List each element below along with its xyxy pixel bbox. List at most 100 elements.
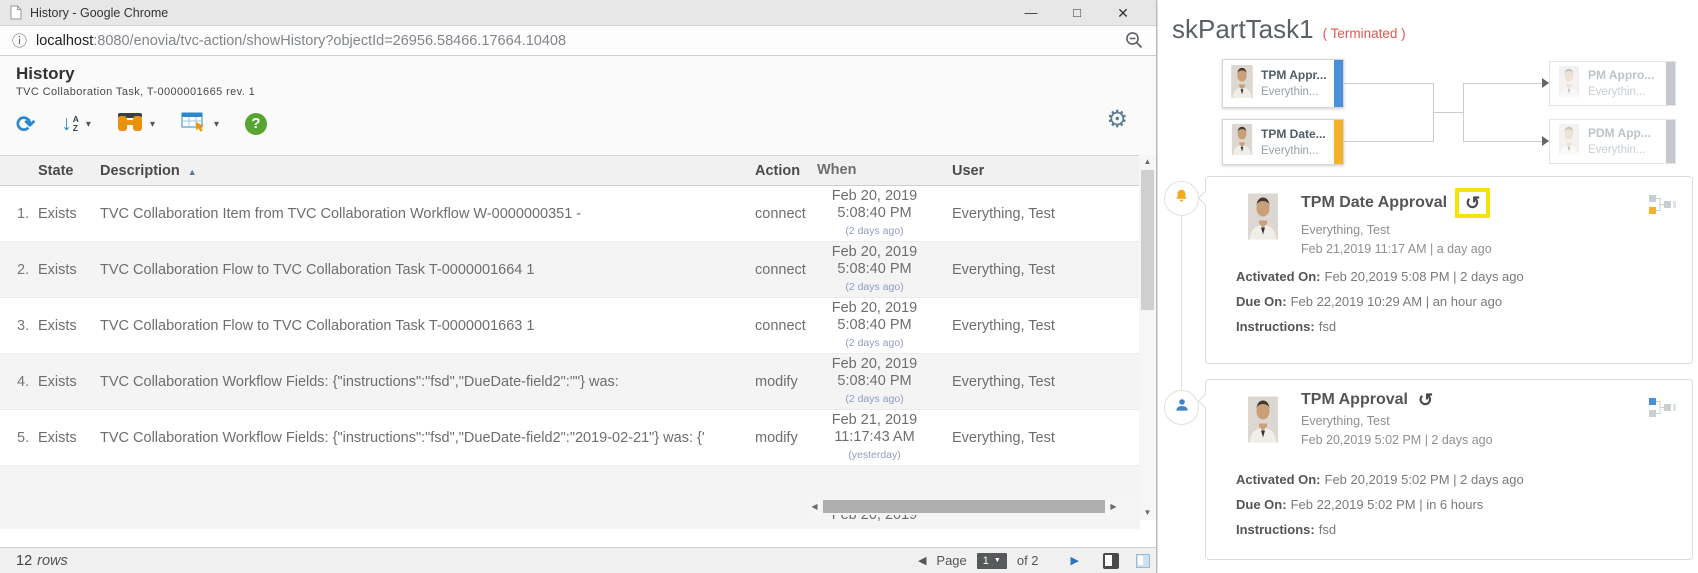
row-number: 2. bbox=[0, 262, 38, 278]
detail-line: Activated On:Feb 20,2019 5:08 PM | 2 day… bbox=[1236, 269, 1524, 284]
cell-action: connect bbox=[755, 206, 817, 222]
history-icon[interactable]: ↺ bbox=[1465, 194, 1480, 212]
close-button[interactable]: ✕ bbox=[1100, 0, 1146, 26]
arrowhead-icon bbox=[1542, 136, 1549, 146]
cell-when: Feb 20, 20195:08:40 PM(2 days ago) bbox=[817, 244, 932, 296]
address-bar[interactable]: ⓘ localhost:8080/enovia/tvc-action/showH… bbox=[0, 26, 1156, 56]
task-card-tpm-approval[interactable]: TPM Approval ↺ Everything, Test Feb 20,2… bbox=[1205, 379, 1693, 560]
table-footer: 12rows ◀ Page 1▼ of 2 ▶ bbox=[0, 547, 1156, 573]
history-table: State Description▲ Action When User 1. E… bbox=[0, 155, 1140, 529]
column-header-action[interactable]: Action bbox=[755, 163, 817, 179]
connector-line bbox=[1344, 83, 1433, 84]
connector-line bbox=[1463, 141, 1543, 142]
arrowhead-icon bbox=[1542, 78, 1549, 88]
user-badge bbox=[1164, 390, 1199, 425]
next-page-icon[interactable]: ▶ bbox=[1071, 554, 1079, 567]
column-header-description[interactable]: Description▲ bbox=[100, 163, 755, 179]
diagram-node-tpm-date[interactable]: TPM Date...Everythin... bbox=[1222, 119, 1344, 165]
page-select[interactable]: 1▼ bbox=[977, 553, 1007, 569]
maximize-button[interactable]: □ bbox=[1054, 0, 1100, 26]
history-icon[interactable]: ↺ bbox=[1418, 391, 1433, 409]
chevron-down-icon: ▾ bbox=[214, 119, 219, 130]
sort-button[interactable]: ↓ AZ ▾ bbox=[61, 114, 91, 134]
task-header: skPartTask1 ( Terminated ) bbox=[1172, 14, 1406, 45]
url-path: :8080/enovia/tvc-action/showHistory?obje… bbox=[93, 33, 566, 49]
scroll-down-icon[interactable]: ▼ bbox=[1139, 506, 1156, 520]
node-status-stripe bbox=[1334, 120, 1343, 164]
highlight-annotation: ↺ bbox=[1455, 188, 1490, 218]
page-subtitle: TVC Collaboration Task, T-0000001665 rev… bbox=[16, 86, 1156, 98]
task-name: skPartTask1 bbox=[1172, 14, 1314, 45]
table-row: 2. Exists TVC Collaboration Flow to TVC … bbox=[0, 242, 1140, 298]
cell-action: connect bbox=[755, 262, 817, 278]
row-count: 12rows bbox=[16, 553, 68, 569]
cell-state: Exists bbox=[38, 262, 100, 278]
avatar bbox=[1557, 124, 1581, 160]
cell-description: TVC Collaboration Item from TVC Collabor… bbox=[100, 206, 755, 222]
window-titlebar[interactable]: History - Google Chrome — □ ✕ bbox=[0, 0, 1156, 26]
task-card-tpm-date-approval[interactable]: TPM Date Approval ↺ Everything, Test Feb… bbox=[1205, 176, 1693, 364]
task-title: TPM Approval bbox=[1301, 391, 1408, 409]
browser-content: History TVC Collaboration Task, T-000000… bbox=[0, 56, 1156, 573]
vertical-scrollbar-thumb[interactable] bbox=[1141, 170, 1154, 310]
toolbar: ⟳ ↓ AZ ▾ ▾ bbox=[16, 108, 1156, 140]
minimize-button[interactable]: — bbox=[1008, 0, 1054, 26]
horizontal-scrollbar-thumb[interactable] bbox=[823, 500, 1105, 513]
url-text[interactable]: localhost:8080/enovia/tvc-action/showHis… bbox=[36, 33, 1117, 49]
avatar bbox=[1230, 65, 1254, 103]
card-notch bbox=[1198, 191, 1212, 205]
cell-action: modify bbox=[755, 374, 817, 390]
detail-line: Due On:Feb 22,2019 5:02 PM | in 6 hours bbox=[1236, 497, 1524, 512]
connector-line bbox=[1433, 112, 1464, 113]
page-title: History bbox=[16, 64, 1156, 84]
column-header-user[interactable]: User bbox=[932, 163, 1140, 179]
settings-gear-icon[interactable]: ⚙ bbox=[1106, 108, 1128, 132]
cell-user: Everything, Test bbox=[932, 318, 1140, 334]
avatar bbox=[1230, 124, 1254, 160]
scroll-left-icon[interactable]: ◀ bbox=[808, 498, 821, 515]
detail-line: Due On:Feb 22,2019 10:29 AM | an hour ag… bbox=[1236, 294, 1524, 309]
filter-button[interactable]: ▾ bbox=[117, 111, 155, 138]
column-header-state[interactable]: State bbox=[38, 163, 100, 179]
node-status-stripe bbox=[1334, 60, 1343, 107]
horizontal-scrollbar[interactable]: ◀ ▶ bbox=[808, 498, 1138, 515]
refresh-button[interactable]: ⟳ bbox=[16, 113, 35, 135]
table-export-icon bbox=[181, 111, 207, 138]
cell-description: TVC Collaboration Flow to TVC Collaborat… bbox=[100, 262, 755, 278]
task-completed-date: Feb 21,2019 11:17 AM | a day ago bbox=[1301, 242, 1492, 256]
node-title: PDM App... bbox=[1588, 126, 1651, 140]
cell-description: TVC Collaboration Workflow Fields: {"ins… bbox=[100, 430, 755, 446]
node-assignee: Everythin... bbox=[1261, 86, 1319, 98]
notification-bell-badge bbox=[1164, 181, 1199, 216]
diagram-node-tpm-approval[interactable]: TPM Appr...Everythin... bbox=[1222, 59, 1344, 108]
node-assignee: Everythin... bbox=[1588, 86, 1646, 98]
vertical-scrollbar[interactable]: ▲ ▼ bbox=[1139, 155, 1156, 520]
split-table-view-icon[interactable] bbox=[1136, 554, 1150, 568]
column-header-when[interactable]: When bbox=[817, 162, 932, 179]
url-host: localhost bbox=[36, 33, 93, 49]
row-number: 4. bbox=[0, 374, 38, 390]
screen: History - Google Chrome — □ ✕ ⓘ localhos… bbox=[0, 0, 1698, 573]
help-button[interactable]: ? bbox=[245, 113, 267, 135]
export-table-button[interactable]: ▾ bbox=[181, 111, 219, 138]
cell-state: Exists bbox=[38, 374, 100, 390]
mini-workflow-icon[interactable] bbox=[1649, 398, 1676, 423]
node-assignee: Everythin... bbox=[1588, 144, 1646, 156]
task-title: TPM Date Approval bbox=[1301, 194, 1447, 212]
scroll-up-icon[interactable]: ▲ bbox=[1139, 155, 1156, 169]
table-row: 5. Exists TVC Collaboration Workflow Fie… bbox=[0, 410, 1140, 466]
zoom-out-icon[interactable] bbox=[1125, 31, 1144, 50]
cell-state: Exists bbox=[38, 206, 100, 222]
maximize-table-view-icon[interactable] bbox=[1103, 553, 1119, 569]
site-info-icon[interactable]: ⓘ bbox=[12, 30, 27, 51]
status-badge: ( Terminated ) bbox=[1323, 26, 1406, 41]
refresh-icon: ⟳ bbox=[16, 113, 35, 135]
table-row: 1. Exists TVC Collaboration Item from TV… bbox=[0, 186, 1140, 242]
scroll-right-icon[interactable]: ▶ bbox=[1107, 498, 1120, 515]
sort-az-icon: ↓ AZ bbox=[61, 114, 79, 134]
diagram-node-pdm-approval[interactable]: PDM App... Everythin... bbox=[1549, 119, 1676, 164]
avatar bbox=[1557, 66, 1581, 102]
diagram-node-pm-approval[interactable]: PM Appro...Everythin... bbox=[1549, 61, 1676, 106]
previous-page-icon[interactable]: ◀ bbox=[918, 554, 926, 567]
mini-workflow-icon[interactable] bbox=[1649, 195, 1676, 220]
